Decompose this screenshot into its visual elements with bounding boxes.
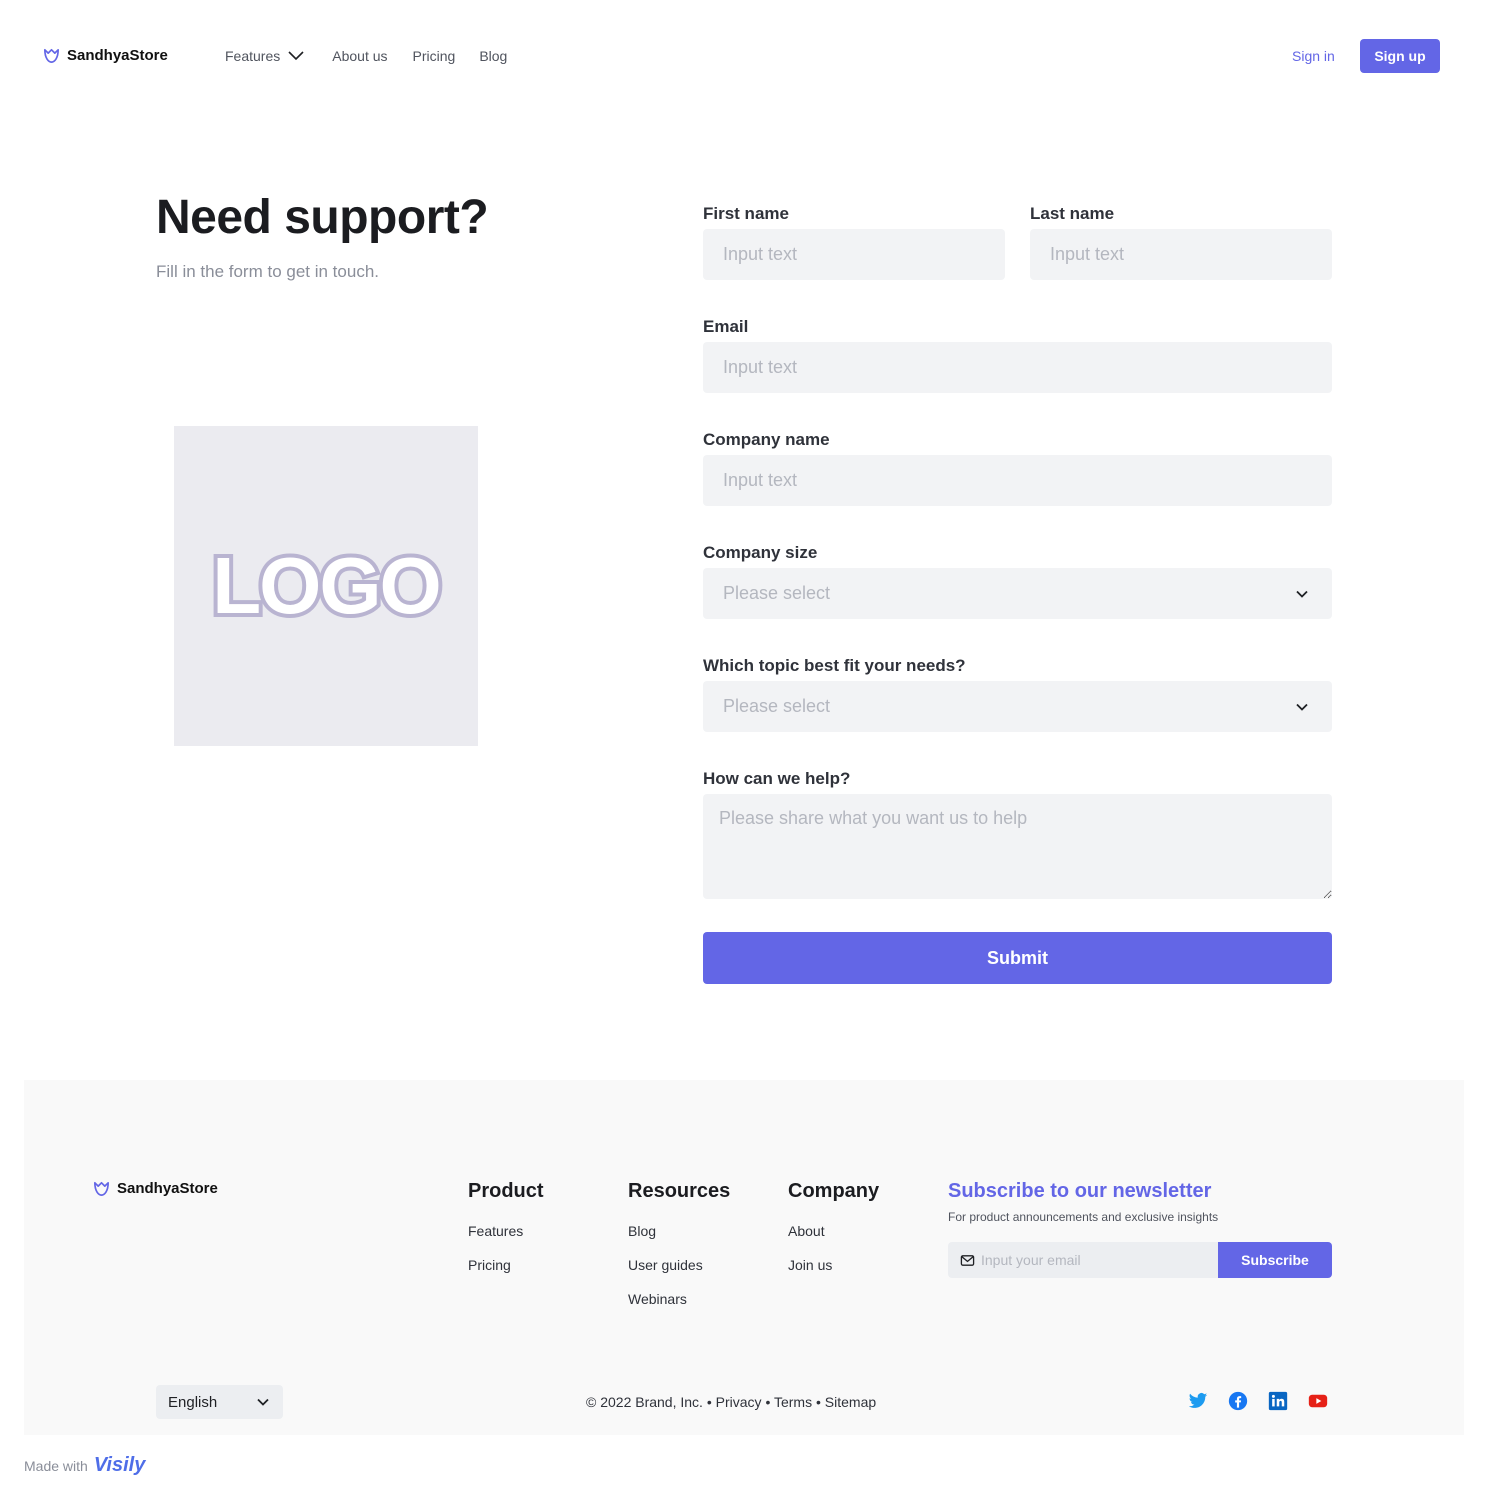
email-input[interactable] bbox=[703, 342, 1332, 393]
social-links bbox=[1188, 1391, 1328, 1411]
linkedin-icon[interactable] bbox=[1268, 1391, 1288, 1411]
separator-dot: • bbox=[816, 1394, 821, 1410]
logo-placeholder-image: LOGO bbox=[174, 426, 478, 746]
made-with-badge[interactable]: Made with Visily bbox=[24, 1454, 145, 1477]
help-label: How can we help? bbox=[703, 769, 851, 788]
nav-pricing[interactable]: Pricing bbox=[413, 46, 456, 66]
main-nav: Features About us Pricing Blog bbox=[225, 46, 507, 66]
last-name-input[interactable] bbox=[1030, 229, 1332, 280]
separator-dot: • bbox=[706, 1394, 712, 1410]
language-value: English bbox=[168, 1393, 218, 1411]
mail-icon bbox=[960, 1253, 975, 1268]
chevron-down-icon bbox=[1292, 697, 1312, 717]
privacy-link[interactable]: Privacy bbox=[716, 1394, 762, 1410]
first-name-label: First name bbox=[703, 204, 789, 223]
nav-blog[interactable]: Blog bbox=[479, 46, 507, 66]
separator-dot: • bbox=[765, 1394, 771, 1410]
newsletter-input-wrapper bbox=[948, 1242, 1218, 1278]
newsletter-email-input[interactable] bbox=[981, 1252, 1201, 1268]
copyright-text: © 2022 Brand, Inc. bbox=[586, 1394, 703, 1410]
company-size-select[interactable]: Please select bbox=[703, 568, 1332, 619]
made-with-text: Made with bbox=[24, 1457, 88, 1474]
footer-link-about[interactable]: About bbox=[788, 1221, 879, 1241]
twitter-icon[interactable] bbox=[1188, 1391, 1208, 1411]
copyright-bar: © 2022 Brand, Inc. • Privacy • Terms • S… bbox=[586, 1393, 876, 1411]
brand-logo[interactable]: SandhyaStore bbox=[42, 46, 168, 65]
chevron-down-icon bbox=[286, 46, 306, 66]
sitemap-link[interactable]: Sitemap bbox=[825, 1394, 876, 1410]
footer-product-heading: Product bbox=[468, 1180, 544, 1202]
footer-link-join-us[interactable]: Join us bbox=[788, 1255, 879, 1275]
newsletter-description: For product announcements and exclusive … bbox=[948, 1210, 1219, 1224]
company-name-label: Company name bbox=[703, 430, 830, 449]
footer-company-heading: Company bbox=[788, 1180, 880, 1202]
facebook-icon[interactable] bbox=[1228, 1391, 1248, 1411]
company-size-label: Company size bbox=[703, 543, 818, 562]
last-name-label: Last name bbox=[1030, 204, 1115, 223]
footer-link-webinars[interactable]: Webinars bbox=[628, 1289, 730, 1309]
submit-button[interactable]: Submit bbox=[703, 932, 1332, 984]
email-label: Email bbox=[703, 317, 749, 336]
chevron-down-icon bbox=[1292, 584, 1312, 604]
top-navigation-bar: SandhyaStore Features About us Pricing B… bbox=[0, 0, 1488, 112]
help-textarea[interactable] bbox=[703, 794, 1332, 899]
footer-brand-logo[interactable]: SandhyaStore bbox=[92, 1179, 218, 1198]
newsletter-form: Subscribe bbox=[948, 1242, 1332, 1278]
logo-placeholder-text: LOGO bbox=[208, 541, 446, 630]
footer-product-column: Product Features Pricing bbox=[468, 1180, 544, 1289]
first-name-input[interactable] bbox=[703, 229, 1005, 280]
footer-link-features[interactable]: Features bbox=[468, 1221, 544, 1241]
topic-select[interactable]: Please select bbox=[703, 681, 1332, 732]
footer-brand-name: SandhyaStore bbox=[117, 1180, 218, 1197]
company-name-input[interactable] bbox=[703, 455, 1332, 506]
footer-link-pricing[interactable]: Pricing bbox=[468, 1255, 544, 1275]
sign-in-link[interactable]: Sign in bbox=[1292, 46, 1335, 66]
footer-resources-column: Resources Blog User guides Webinars bbox=[628, 1180, 730, 1323]
footer-link-user-guides[interactable]: User guides bbox=[628, 1255, 730, 1275]
brand-tulip-icon bbox=[92, 1179, 111, 1198]
chevron-down-icon bbox=[253, 1392, 273, 1412]
company-size-value: Please select bbox=[723, 583, 831, 603]
visily-logo: Visily bbox=[93, 1454, 146, 1476]
brand-name: SandhyaStore bbox=[67, 47, 168, 64]
nav-features[interactable]: Features bbox=[225, 46, 306, 66]
language-select[interactable]: English bbox=[156, 1385, 283, 1419]
brand-tulip-icon bbox=[42, 46, 61, 65]
footer-company-column: Company About Join us bbox=[788, 1180, 879, 1289]
topic-label: Which topic best fit your needs? bbox=[703, 656, 966, 675]
terms-link[interactable]: Terms bbox=[774, 1394, 812, 1410]
youtube-icon[interactable] bbox=[1308, 1391, 1328, 1411]
footer-resources-heading: Resources bbox=[628, 1180, 731, 1202]
page-title: Need support? bbox=[156, 191, 489, 244]
newsletter-section: Subscribe to our newsletter For product … bbox=[948, 1180, 1332, 1278]
nav-about-us[interactable]: About us bbox=[332, 46, 387, 66]
topic-value: Please select bbox=[723, 696, 831, 716]
sign-up-button[interactable]: Sign up bbox=[1360, 39, 1440, 73]
nav-features-label: Features bbox=[225, 48, 281, 64]
footer-link-blog[interactable]: Blog bbox=[628, 1221, 730, 1241]
newsletter-title: Subscribe to our newsletter bbox=[948, 1180, 1212, 1202]
footer: SandhyaStore Product Features Pricing Re… bbox=[24, 1080, 1464, 1435]
page-subtitle: Fill in the form to get in touch. bbox=[156, 262, 379, 281]
subscribe-button[interactable]: Subscribe bbox=[1218, 1242, 1332, 1278]
